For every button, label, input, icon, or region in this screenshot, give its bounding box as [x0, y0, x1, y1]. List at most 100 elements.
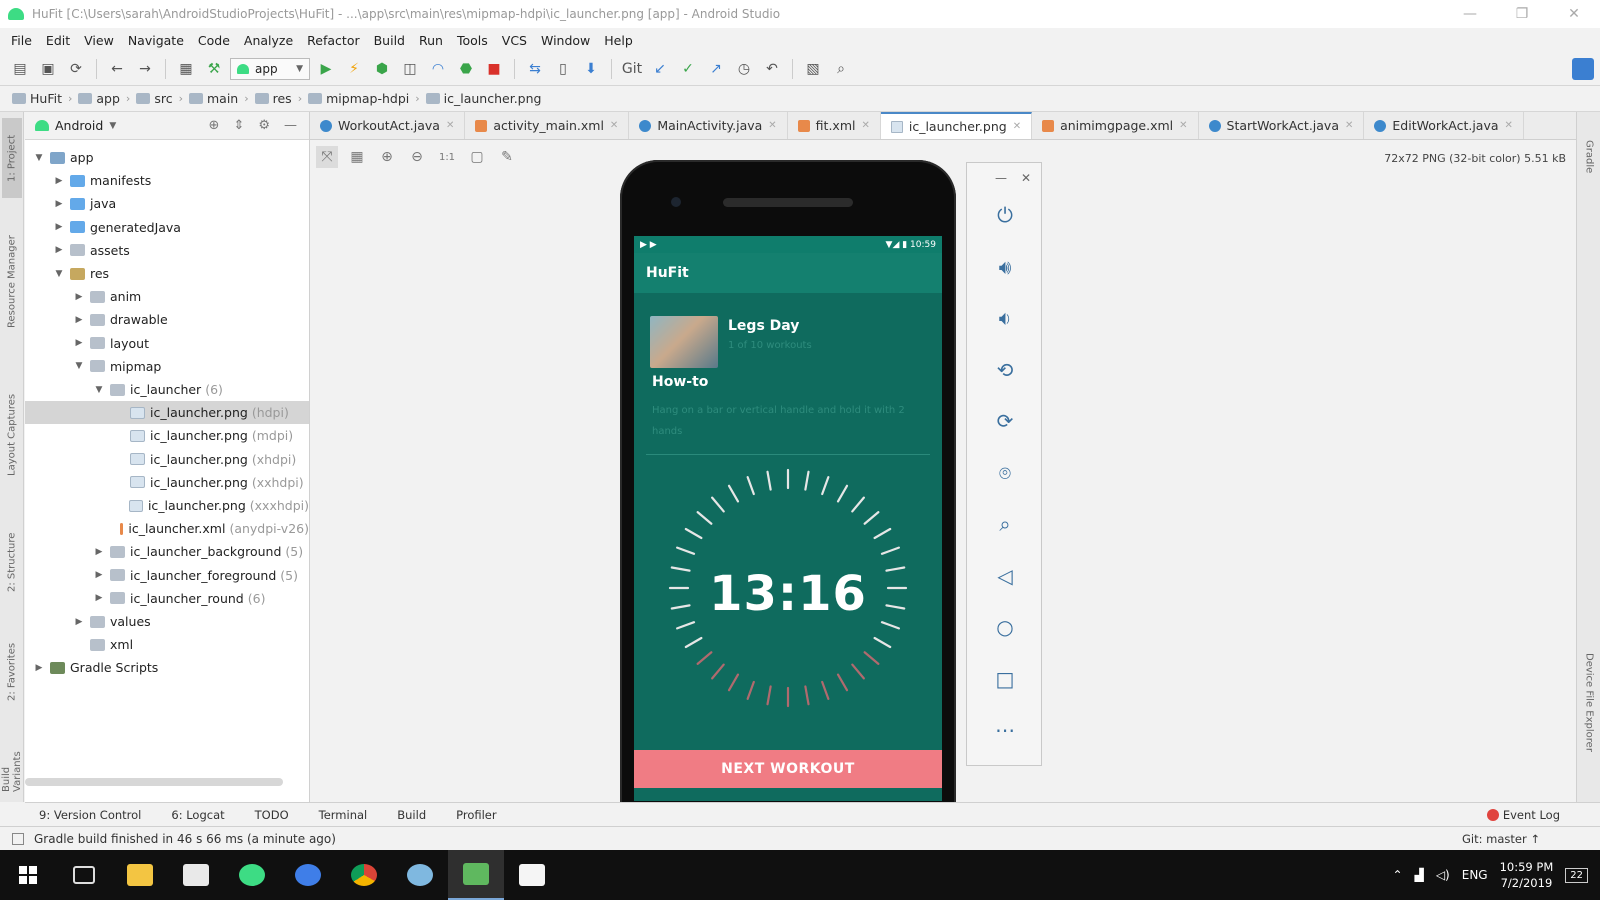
- vcs-push-icon[interactable]: ↗: [704, 57, 728, 81]
- bottom-tool-tab[interactable]: Profiler: [456, 808, 497, 822]
- tree-item[interactable]: ▼ app: [25, 146, 309, 169]
- tree-item[interactable]: ic_launcher.png (xhdpi): [25, 448, 309, 471]
- collapsed-arrow-icon[interactable]: ▶: [93, 547, 105, 557]
- close-button[interactable]: ✕: [1548, 0, 1600, 28]
- hide-icon[interactable]: —: [284, 118, 297, 133]
- emulator-volume-up-icon[interactable]: 🔊︎: [989, 251, 1021, 283]
- breadcrumb-item[interactable]: main: [188, 91, 238, 106]
- gradle-sync-icon[interactable]: ⇆: [523, 57, 547, 81]
- editor-tab[interactable]: animimgpage.xml ✕: [1032, 112, 1199, 139]
- run-icon[interactable]: ▶: [314, 57, 338, 81]
- minimize-button[interactable]: —: [1444, 0, 1496, 28]
- debug-icon[interactable]: ⬢: [370, 57, 394, 81]
- tree-item[interactable]: ▼ mipmap: [25, 355, 309, 378]
- tree-item[interactable]: ▶ Gradle Scripts: [25, 656, 309, 679]
- save-all-icon[interactable]: ▣: [36, 57, 60, 81]
- close-tab-icon[interactable]: ✕: [1505, 120, 1513, 131]
- breadcrumb-item[interactable]: HuFit: [12, 91, 62, 106]
- volume-icon[interactable]: ◁): [1436, 868, 1450, 882]
- tree-item[interactable]: ▶ assets: [25, 239, 309, 262]
- collapsed-arrow-icon[interactable]: ▶: [53, 176, 65, 186]
- emulator-minimize-button[interactable]: —: [995, 171, 1007, 185]
- collapsed-arrow-icon[interactable]: ▶: [33, 663, 45, 673]
- zoom-out-icon[interactable]: ⊖: [406, 146, 428, 168]
- emulator-more-icon[interactable]: ⋯: [989, 714, 1021, 746]
- tray-chevron-up-icon[interactable]: ⌃: [1393, 868, 1403, 882]
- tree-item[interactable]: ▶ anim: [25, 285, 309, 308]
- apply-changes-icon[interactable]: ⚡: [342, 57, 366, 81]
- close-tab-icon[interactable]: ✕: [861, 120, 869, 131]
- chevron-down-icon[interactable]: ▼: [109, 121, 116, 131]
- close-tab-icon[interactable]: ✕: [1013, 121, 1021, 132]
- tree-item[interactable]: xml: [25, 633, 309, 656]
- tree-item[interactable]: ▶ ic_launcher_background (5): [25, 540, 309, 563]
- collapsed-arrow-icon[interactable]: ▶: [53, 245, 65, 255]
- menu-tools[interactable]: Tools: [450, 33, 495, 48]
- tree-item[interactable]: ic_launcher.png (mdpi): [25, 424, 309, 447]
- tool-window-tab[interactable]: Resource Manager: [2, 222, 22, 342]
- tool-window-tab[interactable]: Gradle: [1579, 122, 1599, 192]
- menu-edit[interactable]: Edit: [39, 33, 77, 48]
- tree-item[interactable]: ▶ drawable: [25, 308, 309, 331]
- editor-tab[interactable]: ic_launcher.png ✕: [880, 112, 1033, 139]
- chrome-taskbar[interactable]: [336, 850, 392, 900]
- panel-toggle-icon[interactable]: [12, 832, 24, 845]
- editor-tab[interactable]: fit.xml ✕: [788, 112, 881, 139]
- git-icon[interactable]: Git: [620, 57, 644, 81]
- vcs-update-icon[interactable]: ↙: [648, 57, 672, 81]
- tool-window-tab[interactable]: Layout Captures: [2, 380, 22, 490]
- tool-window-tab[interactable]: Build Variants: [1, 742, 23, 792]
- bottom-tool-tab[interactable]: TODO: [255, 808, 289, 822]
- menu-help[interactable]: Help: [597, 33, 640, 48]
- actual-size-icon[interactable]: 1:1: [436, 146, 458, 168]
- bottom-tool-tab[interactable]: Terminal: [319, 808, 368, 822]
- bottom-tool-tab[interactable]: Build: [397, 808, 426, 822]
- breadcrumb-item[interactable]: ic_launcher.png: [425, 91, 541, 106]
- collapsed-arrow-icon[interactable]: ▶: [73, 617, 85, 627]
- collapsed-arrow-icon[interactable]: ▶: [93, 593, 105, 603]
- collapsed-arrow-icon[interactable]: ▶: [73, 315, 85, 325]
- tree-item[interactable]: ic_launcher.xml (anydpi-v26): [25, 517, 309, 540]
- tree-item[interactable]: ▼ res: [25, 262, 309, 285]
- start-button[interactable]: [0, 850, 56, 900]
- structure-icon[interactable]: ▦: [174, 57, 198, 81]
- attach-debugger-icon[interactable]: ⬣: [454, 57, 478, 81]
- emulator-taskbar[interactable]: [448, 850, 504, 900]
- collapse-icon[interactable]: ⇕: [233, 118, 244, 133]
- avd-manager-icon[interactable]: ▯: [551, 57, 575, 81]
- revert-icon[interactable]: ↶: [760, 57, 784, 81]
- tool-window-tab[interactable]: 2: Structure: [2, 522, 22, 602]
- file-explorer-taskbar[interactable]: [112, 850, 168, 900]
- next-workout-button[interactable]: NEXT WORKOUT: [634, 750, 942, 788]
- close-tab-icon[interactable]: ✕: [446, 120, 454, 131]
- menu-refactor[interactable]: Refactor: [300, 33, 366, 48]
- emulator-rotate-right-icon[interactable]: ⟳: [989, 405, 1021, 437]
- assistant-icon[interactable]: [1572, 58, 1594, 80]
- paint-taskbar[interactable]: [392, 850, 448, 900]
- tool-window-tab[interactable]: Device File Explorer: [1579, 632, 1599, 772]
- project-view-selector[interactable]: Android: [55, 118, 103, 133]
- tree-item[interactable]: ic_launcher.png (xxxhdpi): [25, 494, 309, 517]
- expanded-arrow-icon[interactable]: ▼: [93, 385, 105, 395]
- tree-item[interactable]: ▶ layout: [25, 332, 309, 355]
- run-config-selector[interactable]: app ▼: [230, 57, 310, 80]
- profile-icon[interactable]: ◠: [426, 57, 450, 81]
- back-arrow-icon[interactable]: ←: [105, 57, 129, 81]
- sync-icon[interactable]: ⟳: [64, 57, 88, 81]
- tree-item[interactable]: ▼ ic_launcher (6): [25, 378, 309, 401]
- tree-item[interactable]: ▶ java: [25, 192, 309, 215]
- mail-taskbar[interactable]: [168, 850, 224, 900]
- menu-view[interactable]: View: [77, 33, 121, 48]
- menu-run[interactable]: Run: [412, 33, 450, 48]
- sdk-manager-icon[interactable]: ⬇: [579, 57, 603, 81]
- collapsed-arrow-icon[interactable]: ▶: [73, 338, 85, 348]
- chessboard-icon[interactable]: ▦: [346, 146, 368, 168]
- editor-tab[interactable]: EditWorkAct.java ✕: [1364, 112, 1524, 139]
- breadcrumb-item[interactable]: src: [136, 91, 173, 106]
- zoom-in-icon[interactable]: ⊕: [376, 146, 398, 168]
- editor-tab[interactable]: WorkoutAct.java ✕: [310, 112, 466, 139]
- android-studio-taskbar[interactable]: [224, 850, 280, 900]
- network-icon[interactable]: ▟: [1415, 868, 1424, 882]
- breadcrumb-item[interactable]: mipmap-hdpi: [308, 91, 409, 106]
- vcs-commit-icon[interactable]: ✓: [676, 57, 700, 81]
